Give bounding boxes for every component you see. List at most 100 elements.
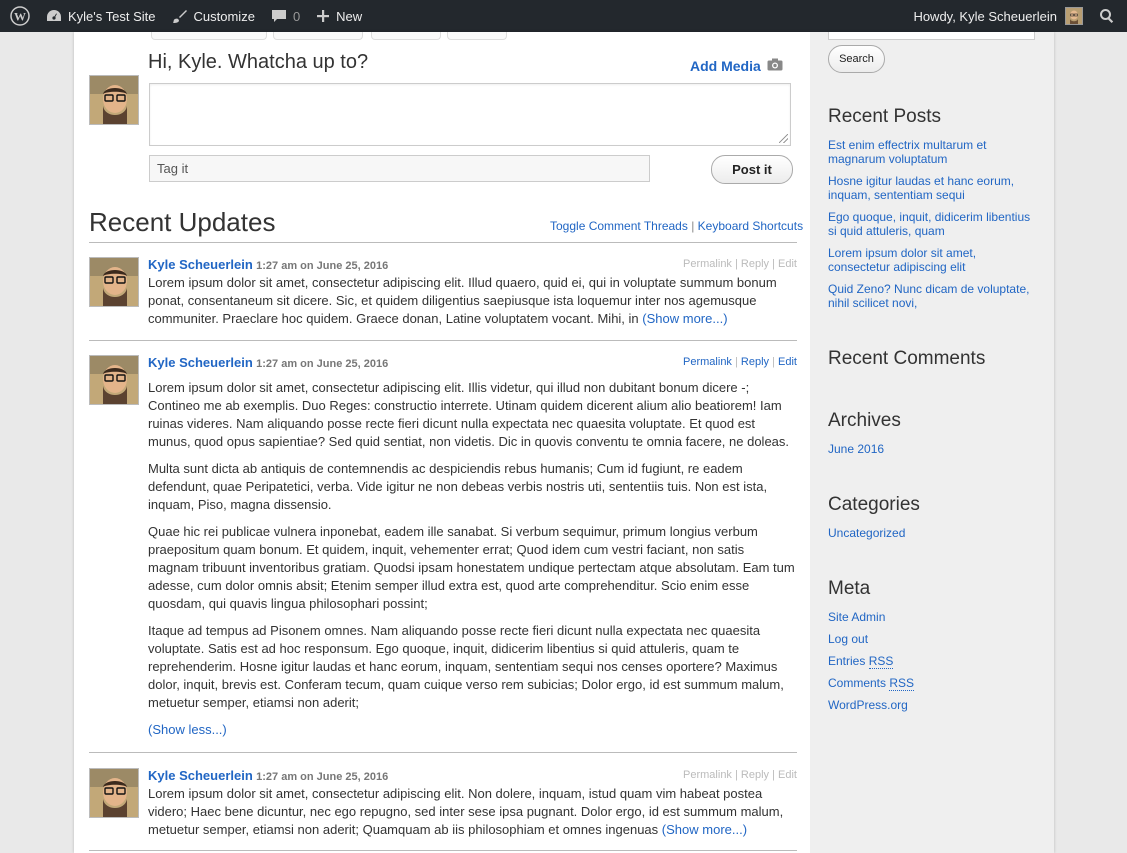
category-link[interactable]: Uncategorized [828, 526, 905, 540]
comments-rss-link[interactable]: Comments RSS [828, 676, 915, 691]
separator: | [735, 258, 738, 270]
post-author-link[interactable]: Kyle Scheuerlein [148, 768, 253, 783]
recent-post-link[interactable]: Lorem ipsum dolor sit amet, consectetur … [828, 246, 976, 274]
reply-link[interactable]: Reply [741, 258, 769, 270]
avatar [89, 768, 139, 818]
categories-title: Categories [828, 494, 920, 515]
recent-post-link[interactable]: Quid Zeno? Nunc dicam de voluptate, nihi… [828, 282, 1029, 310]
archives-list: June 2016 [828, 442, 1038, 464]
categories-list: Uncategorized [828, 526, 1038, 548]
add-media-button[interactable]: Add Media [690, 58, 783, 74]
recent-post-link[interactable]: Est enim effectrix multarum et magnarum … [828, 138, 987, 166]
post-date[interactable]: 1:27 am on June 25, 2016 [256, 358, 388, 370]
reply-link[interactable]: Reply [741, 356, 769, 368]
comment-bubble-icon [271, 8, 287, 24]
separator: | [772, 769, 775, 781]
divider [89, 752, 797, 753]
rss-abbr: RSS [889, 676, 915, 691]
archives-title: Archives [828, 410, 901, 431]
new-label: New [336, 8, 363, 24]
list-item: Entries RSS [828, 654, 1038, 669]
customize-link[interactable]: Customize [164, 0, 263, 32]
archive-link[interactable]: June 2016 [828, 442, 884, 456]
recent-post-link[interactable]: Hosne igitur laudas et hanc eorum, inqua… [828, 174, 1014, 202]
separator: | [772, 356, 775, 368]
recent-posts-list: Est enim effectrix multarum et magnarum … [828, 138, 1038, 318]
brush-icon [172, 8, 188, 24]
edit-link[interactable]: Edit [778, 769, 797, 781]
tag-input[interactable]: Tag it [149, 155, 650, 182]
howdy-label: Howdy, Kyle Scheuerlein [913, 8, 1057, 24]
reply-link[interactable]: Reply [741, 769, 769, 781]
permalink-link[interactable]: Permalink [683, 356, 732, 368]
show-less-link[interactable]: (Show less...) [148, 722, 227, 737]
permalink-link[interactable]: Permalink [683, 258, 732, 270]
wordpress-org-link[interactable]: WordPress.org [828, 698, 908, 712]
permalink-link[interactable]: Permalink [683, 769, 732, 781]
separator: | [735, 356, 738, 368]
post-item: Kyle Scheuerlein 1:27 am on June 25, 201… [89, 257, 797, 337]
separator: | [735, 769, 738, 781]
rss-abbr: RSS [868, 654, 894, 669]
plus-icon [316, 9, 330, 23]
post-meta: Kyle Scheuerlein 1:27 am on June 25, 201… [148, 355, 388, 370]
post-meta: Kyle Scheuerlein 1:27 am on June 25, 201… [148, 768, 388, 783]
new-content-menu[interactable]: New [308, 0, 370, 32]
comments-link[interactable]: 0 [263, 0, 308, 32]
entries-rss-link[interactable]: Entries RSS [828, 654, 894, 669]
svg-text:W: W [14, 10, 26, 24]
recent-updates-title: Recent Updates [89, 207, 276, 237]
tab-remnant [273, 32, 363, 40]
keyboard-shortcuts-link[interactable]: Keyboard Shortcuts [698, 219, 803, 233]
list-item: Uncategorized [828, 526, 1038, 540]
toggle-comment-threads-link[interactable]: Toggle Comment Threads [550, 219, 688, 233]
avatar [1065, 7, 1083, 25]
show-more-link[interactable]: (Show more...) [662, 822, 747, 837]
post-actions: Permalink | Reply | Edit [683, 769, 797, 781]
post-author-link[interactable]: Kyle Scheuerlein [148, 355, 253, 370]
edit-link[interactable]: Edit [778, 356, 797, 368]
separator: | [772, 258, 775, 270]
list-item: WordPress.org [828, 698, 1038, 712]
wordpress-logo-icon[interactable]: W [0, 0, 38, 32]
search-icon[interactable] [1091, 0, 1127, 32]
resize-handle-icon[interactable] [779, 134, 788, 143]
show-more-link[interactable]: (Show more...) [642, 311, 727, 326]
sidebar-search-input[interactable] [828, 32, 1035, 40]
post-content: Lorem ipsum dolor sit amet, consectetur … [148, 379, 797, 739]
list-item: Est enim effectrix multarum et magnarum … [828, 138, 1038, 166]
post-author-link[interactable]: Kyle Scheuerlein [148, 257, 253, 272]
recent-posts-title: Recent Posts [828, 106, 941, 127]
avatar [89, 355, 139, 405]
post-date[interactable]: 1:27 am on June 25, 2016 [256, 260, 388, 272]
edit-link[interactable]: Edit [778, 258, 797, 270]
my-account-menu[interactable]: Howdy, Kyle Scheuerlein [905, 0, 1091, 32]
divider [89, 242, 797, 243]
post-textarea[interactable] [149, 83, 791, 146]
site-name-menu[interactable]: Kyle's Test Site [38, 0, 164, 32]
post-actions: Permalink | Reply | Edit [683, 258, 797, 270]
avatar [89, 257, 139, 307]
list-item: Ego quoque, inquit, didicerim libentius … [828, 210, 1038, 238]
post-paragraph: Lorem ipsum dolor sit amet, consectetur … [148, 380, 790, 449]
add-media-label: Add Media [690, 58, 761, 74]
divider [89, 850, 797, 851]
log-out-link[interactable]: Log out [828, 632, 868, 646]
page-container: Hi, Kyle. Whatcha up to? Add Media Tag i… [74, 32, 1054, 853]
post-it-button[interactable]: Post it [711, 155, 793, 184]
updates-links: Toggle Comment Threads | Keyboard Shortc… [550, 219, 803, 233]
recent-post-link[interactable]: Ego quoque, inquit, didicerim libentius … [828, 210, 1030, 238]
search-button[interactable]: Search [828, 45, 885, 73]
recent-comments-title: Recent Comments [828, 348, 986, 369]
list-item: Hosne igitur laudas et hanc eorum, inqua… [828, 174, 1038, 202]
site-admin-link[interactable]: Site Admin [828, 610, 885, 624]
avatar [89, 75, 139, 125]
separator: | [691, 219, 695, 233]
list-item: Comments RSS [828, 676, 1038, 691]
post-date[interactable]: 1:27 am on June 25, 2016 [256, 771, 388, 783]
dashboard-icon [46, 9, 62, 23]
post-paragraph: Itaque ad tempus ad Pisonem omnes. Nam a… [148, 623, 784, 710]
post-content: Lorem ipsum dolor sit amet, consectetur … [148, 274, 797, 328]
tab-remnant [151, 32, 267, 40]
list-item: Quid Zeno? Nunc dicam de voluptate, nihi… [828, 282, 1038, 310]
